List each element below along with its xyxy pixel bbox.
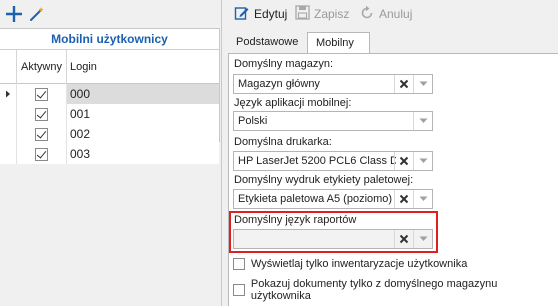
default-warehouse-label: Domyślny magazyn: xyxy=(234,58,334,70)
grid-title: Mobilni użytkownicy xyxy=(0,29,219,50)
login-cell: 002 xyxy=(70,127,91,141)
only-default-warehouse-docs-label: Pokazuj dokumenty tylko z domyślnego mag… xyxy=(250,278,498,302)
table-row[interactable]: 000 xyxy=(0,84,219,104)
only-default-warehouse-docs-checkbox[interactable]: Pokazuj dokumenty tylko z domyślnego mag… xyxy=(233,278,558,302)
app-language-label: Język aplikacji mobilnej: xyxy=(234,97,352,109)
row-indicator-header xyxy=(0,50,17,84)
users-grid: Mobilni użytkownicy Aktywny Login 000 001… xyxy=(0,28,220,164)
pencil-icon xyxy=(234,5,250,24)
user-details-panel: Edytuj Zapisz Anuluj Podstawowe Mobilny … xyxy=(221,0,558,306)
active-checkbox[interactable] xyxy=(35,87,48,101)
undo-icon xyxy=(359,5,375,24)
default-pallet-label-print-combo[interactable]: Etykieta paletowa A5 (poziomo) xyxy=(233,189,433,209)
chevron-down-icon[interactable] xyxy=(413,230,432,248)
only-user-inventory-checkbox[interactable]: Wyświetlaj tylko inwentaryzacje użytkown… xyxy=(233,258,467,270)
default-report-language-combo[interactable] xyxy=(233,229,433,249)
grid-header: Aktywny Login xyxy=(0,50,219,84)
login-cell: 003 xyxy=(70,147,91,161)
clear-icon[interactable] xyxy=(394,190,412,208)
active-cell[interactable] xyxy=(17,124,67,144)
app-language-combo[interactable]: Polski xyxy=(233,111,433,131)
checkbox[interactable] xyxy=(233,284,245,296)
tab-podstawowe[interactable]: Podstawowe xyxy=(228,32,306,54)
row-indicator xyxy=(0,124,17,144)
clear-icon[interactable] xyxy=(394,152,412,170)
login-cell: 001 xyxy=(70,107,91,121)
edit-label: Edytuj xyxy=(254,7,288,21)
chevron-down-icon[interactable] xyxy=(413,190,432,208)
table-row[interactable]: 003 xyxy=(0,144,219,164)
default-printer-combo[interactable]: HP LaserJet 5200 PCL6 Class D... xyxy=(233,151,433,171)
cancel-button[interactable]: Anuluj xyxy=(359,4,412,24)
cancel-label: Anuluj xyxy=(379,7,413,21)
default-printer-value: HP LaserJet 5200 PCL6 Class D... xyxy=(238,155,396,167)
column-header-active[interactable]: Aktywny xyxy=(17,50,67,84)
chevron-down-icon[interactable] xyxy=(413,152,432,170)
default-report-language-label: Domyślny język raportów xyxy=(234,214,357,226)
active-cell[interactable] xyxy=(17,144,67,164)
active-checkbox[interactable] xyxy=(35,147,48,161)
users-toolbar xyxy=(0,0,220,28)
only-user-inventory-label: Wyświetlaj tylko inwentaryzacje użytkown… xyxy=(251,258,468,270)
edit-button[interactable]: Edytuj xyxy=(234,4,287,24)
default-warehouse-combo[interactable]: Magazyn główny xyxy=(233,74,433,94)
save-label: Zapisz xyxy=(314,7,350,21)
default-warehouse-value: Magazyn główny xyxy=(238,78,320,90)
clear-icon[interactable] xyxy=(394,230,412,248)
clear-icon[interactable] xyxy=(394,75,412,93)
default-pallet-label-print-value: Etykieta paletowa A5 (poziomo) xyxy=(238,193,393,205)
app-language-value: Polski xyxy=(238,115,268,127)
active-cell[interactable] xyxy=(17,84,67,104)
details-toolbar: Edytuj Zapisz Anuluj xyxy=(222,0,558,28)
active-checkbox[interactable] xyxy=(35,127,48,141)
table-row[interactable]: 001 xyxy=(0,104,219,124)
tab-mobilny-magazyn[interactable]: Mobilny Magazyn xyxy=(307,32,370,70)
row-indicator xyxy=(0,84,17,104)
users-panel: Mobilni użytkownicy Aktywny Login 000 001… xyxy=(0,0,220,306)
default-printer-label: Domyślna drukarka: xyxy=(234,136,332,148)
floppy-icon xyxy=(295,5,310,23)
checkbox[interactable] xyxy=(233,258,245,270)
mobile-warehouse-settings: Domyślny magazyn: Magazyn główny Język a… xyxy=(228,53,558,306)
chevron-down-icon[interactable] xyxy=(413,112,432,130)
column-header-login[interactable]: Login xyxy=(67,50,219,84)
row-pointer-icon xyxy=(6,90,10,98)
active-checkbox[interactable] xyxy=(35,107,48,121)
chevron-down-icon[interactable] xyxy=(413,75,432,93)
save-button[interactable]: Zapisz xyxy=(295,4,349,24)
magic-wand-icon[interactable] xyxy=(27,4,47,24)
table-row[interactable]: 002 xyxy=(0,124,219,144)
login-cell: 000 xyxy=(67,84,219,104)
row-indicator xyxy=(0,104,17,124)
row-indicator xyxy=(0,144,17,164)
plus-icon[interactable] xyxy=(4,4,24,24)
default-pallet-label-print-label: Domyślny wydruk etykiety paletowej: xyxy=(234,174,414,186)
active-cell[interactable] xyxy=(17,104,67,124)
